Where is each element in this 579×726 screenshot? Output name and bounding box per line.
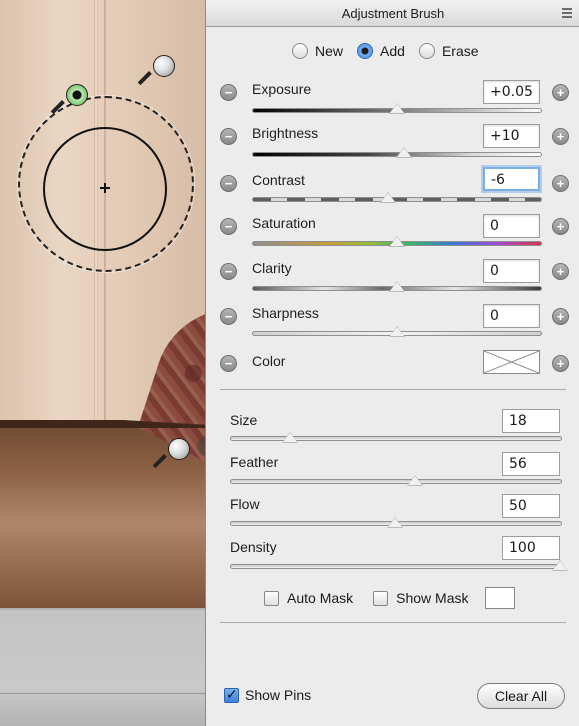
brush-crosshair-icon <box>100 183 110 193</box>
density-value-field[interactable]: 100 <box>502 536 560 560</box>
size-slider-track[interactable] <box>230 436 562 441</box>
show-mask-label: Show Mask <box>396 590 469 606</box>
slider-thumb[interactable] <box>282 432 298 443</box>
show-pins-label: Show Pins <box>245 687 312 703</box>
show-mask-checkbox[interactable] <box>373 590 389 606</box>
minus-icon[interactable]: − <box>220 355 237 372</box>
plus-icon[interactable]: + <box>552 128 569 145</box>
show-pins-option[interactable]: Show Pins <box>224 686 312 703</box>
adjustment-brightness: − Brightness +10 + <box>206 122 579 166</box>
minus-icon[interactable]: − <box>220 128 237 145</box>
slider-thumb[interactable] <box>552 560 568 571</box>
brush-mode-group: New Add Erase <box>292 43 479 59</box>
adjustment-label: Saturation <box>252 215 316 231</box>
adjustment-brush-panel: Adjustment Brush New Add Erase − Exposur… <box>205 0 579 726</box>
clear-all-button[interactable]: Clear All <box>477 683 565 709</box>
clarity-value-field[interactable]: 0 <box>483 259 540 283</box>
adjustment-label: Clarity <box>252 260 292 276</box>
section-divider <box>220 622 566 623</box>
adjustment-label: Color <box>252 353 286 369</box>
pin-icon[interactable] <box>152 438 190 474</box>
saturation-value-field[interactable]: 0 <box>483 214 540 238</box>
density-slider-track[interactable] <box>230 564 562 569</box>
photo-canvas[interactable] <box>0 0 205 726</box>
size-value-field[interactable]: 18 <box>502 409 560 433</box>
panel-header: Adjustment Brush <box>206 0 579 27</box>
adjustment-label: Sharpness <box>252 305 319 321</box>
adjustment-label: Brightness <box>252 125 319 141</box>
color-swatch[interactable] <box>483 350 540 374</box>
plus-icon[interactable]: + <box>552 263 569 280</box>
adjustment-contrast: − Contrast -6 + <box>206 167 579 211</box>
feather-label: Feather <box>230 454 279 470</box>
panel-title: Adjustment Brush <box>341 6 445 21</box>
mode-label: Erase <box>441 43 479 59</box>
no-color-icon <box>483 350 540 374</box>
mode-label: New <box>315 43 344 59</box>
slider-thumb[interactable] <box>389 103 405 114</box>
mask-color-swatch[interactable] <box>484 587 515 609</box>
mask-options: Auto Mask Show Mask <box>264 587 515 609</box>
minus-icon[interactable]: − <box>220 84 237 101</box>
flow-label: Flow <box>230 496 260 512</box>
plus-icon[interactable]: + <box>552 84 569 101</box>
slider-thumb[interactable] <box>387 517 403 528</box>
pin-icon[interactable] <box>137 55 175 91</box>
show-pins-checkbox[interactable] <box>224 686 239 703</box>
adjustment-sharpness: − Sharpness 0 + <box>206 302 579 346</box>
contrast-slider-track[interactable] <box>252 197 542 202</box>
minus-icon[interactable]: − <box>220 218 237 235</box>
canvas-background <box>0 608 205 726</box>
auto-mask-label: Auto Mask <box>287 590 354 606</box>
auto-mask-checkbox[interactable] <box>264 590 279 606</box>
feather-value-field[interactable]: 56 <box>502 452 560 476</box>
exposure-value-field[interactable]: +0.05 <box>483 80 540 104</box>
radio-icon[interactable] <box>292 43 308 59</box>
mode-label: Add <box>380 43 405 59</box>
slider-thumb[interactable] <box>389 326 405 337</box>
adjustment-color: − Color + <box>206 347 579 391</box>
plus-icon[interactable]: + <box>552 355 569 372</box>
size-label: Size <box>230 412 258 428</box>
slider-thumb[interactable] <box>407 475 423 486</box>
plus-icon[interactable]: + <box>552 308 569 325</box>
mode-new-radio[interactable]: New <box>292 43 343 59</box>
density-label: Density <box>230 539 277 555</box>
minus-icon[interactable]: − <box>220 263 237 280</box>
slider-thumb[interactable] <box>380 192 396 203</box>
contrast-value-field[interactable]: -6 <box>483 167 540 191</box>
minus-icon[interactable]: − <box>220 308 237 325</box>
panel-menu-icon[interactable] <box>562 8 572 18</box>
section-divider <box>220 389 566 390</box>
flow-value-field[interactable]: 50 <box>502 494 560 518</box>
mode-erase-radio[interactable]: Erase <box>418 43 479 59</box>
adjustment-clarity: − Clarity 0 + <box>206 257 579 301</box>
radio-selected-icon[interactable] <box>357 43 374 59</box>
adjustment-saturation: − Saturation 0 + <box>206 212 579 256</box>
canvas-divider <box>0 693 205 694</box>
feather-slider-track[interactable] <box>230 479 562 484</box>
brightness-value-field[interactable]: +10 <box>483 124 540 148</box>
sharpness-value-field[interactable]: 0 <box>483 304 540 328</box>
minus-icon[interactable]: − <box>220 175 237 192</box>
active-pin-icon[interactable] <box>50 84 88 120</box>
slider-thumb[interactable] <box>389 236 405 247</box>
mode-add-radio[interactable]: Add <box>357 43 405 59</box>
plus-icon[interactable]: + <box>552 218 569 235</box>
adjustment-exposure: − Exposure +0.05 + <box>206 78 579 122</box>
slider-thumb[interactable] <box>396 147 412 158</box>
slider-thumb[interactable] <box>389 281 405 292</box>
adjustment-label: Contrast <box>252 172 305 188</box>
radio-icon[interactable] <box>418 43 435 59</box>
plus-icon[interactable]: + <box>552 175 569 192</box>
adjustment-label: Exposure <box>252 81 312 97</box>
